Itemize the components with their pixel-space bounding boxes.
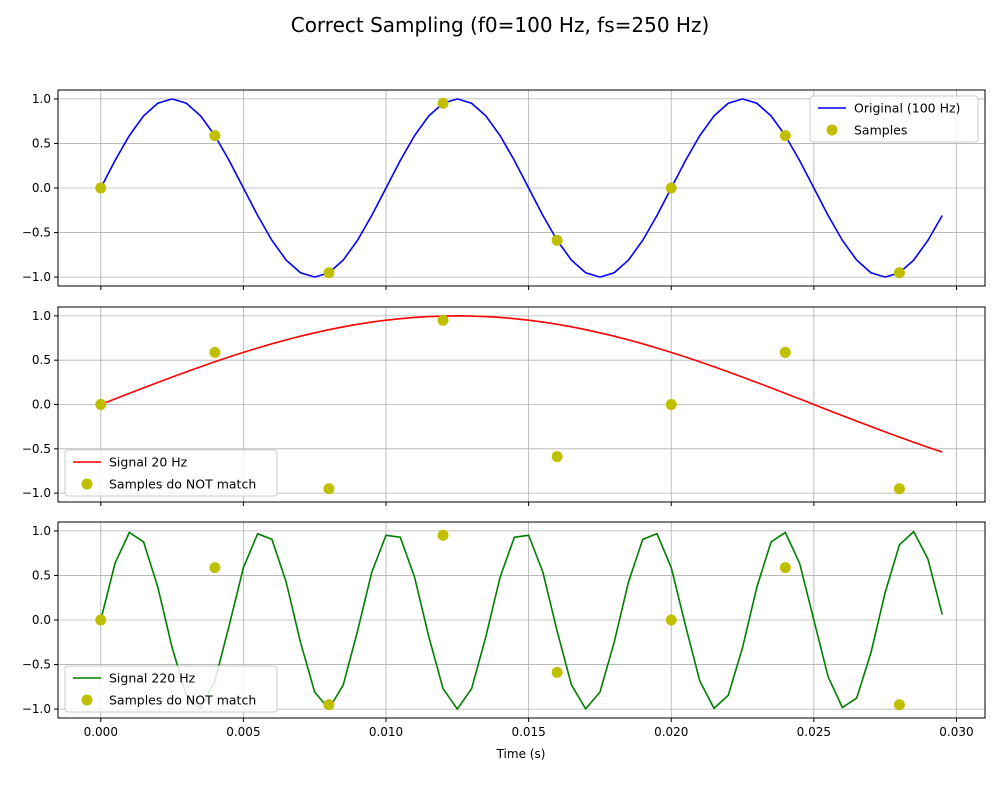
subplot-2: 1.0 0.5 0.0 −0.5 −1.0 Signal 20 Hz Samples do …	[22, 306, 986, 506]
sample-point	[209, 130, 221, 142]
sample-point	[551, 234, 563, 246]
x-tick-label: 0.025	[797, 725, 831, 739]
legend-label: Samples do NOT match	[109, 477, 256, 492]
x-tick-label: 0.030	[939, 725, 973, 739]
sample-point	[437, 529, 449, 541]
legend-marker-swatch	[81, 694, 93, 706]
sample-point	[323, 267, 335, 279]
x-tick-label: 0.020	[654, 725, 688, 739]
legend-marker-swatch	[826, 124, 838, 136]
sample-point	[893, 483, 905, 495]
sample-point	[437, 97, 449, 109]
y-tick-label: 1.0	[32, 92, 51, 106]
sample-point	[323, 483, 335, 495]
y-tick-label: 0.5	[32, 353, 51, 367]
legend-label: Signal 20 Hz	[109, 455, 188, 470]
legend-label: Samples do NOT match	[109, 693, 256, 708]
y-tick-label: 0.0	[32, 181, 51, 195]
y-tick-label: 0.0	[32, 398, 51, 412]
sample-point	[665, 614, 677, 626]
y-tick-label: −1.0	[22, 486, 51, 500]
y-tick-label: −1.0	[22, 270, 51, 284]
y-tick-label: 0.5	[32, 568, 51, 582]
sample-point	[95, 614, 107, 626]
figure-title: Correct Sampling (f0=100 Hz, fs=250 Hz)	[291, 13, 710, 37]
sample-point	[209, 346, 221, 358]
sample-point	[779, 346, 791, 358]
sample-point	[437, 314, 449, 326]
sample-point	[665, 182, 677, 194]
series-line-20hz	[100, 315, 943, 453]
subplot-1: 1.0 0.5 0.0 −0.5 −1.0 Original (100 Hz) Sample…	[22, 89, 986, 290]
figure: Correct Sampling (f0=100 Hz, fs=250 Hz) …	[22, 13, 986, 761]
legend: Signal 20 Hz Samples do NOT match	[64, 449, 278, 497]
sample-point	[95, 182, 107, 194]
sample-point	[665, 399, 677, 410]
sample-point	[551, 451, 563, 463]
subplot-3: 1.0 0.5 0.0 −0.5 −1.0 0.000 0.005 0.010 0.015 0.0…	[22, 521, 986, 739]
y-tick-label: −0.5	[22, 226, 51, 240]
sample-point	[893, 267, 905, 279]
legend-label: Signal 220 Hz	[109, 671, 196, 686]
y-tick-label: −0.5	[22, 658, 51, 672]
y-tick-label: −1.0	[22, 702, 51, 716]
y-tick-label: 0.0	[32, 613, 51, 627]
sample-point	[779, 562, 791, 574]
x-tick-label: 0.005	[226, 725, 260, 739]
y-tick-label: 0.5	[32, 136, 51, 150]
subplots: 1.0 0.5 0.0 −0.5 −1.0 Original (100 Hz) Sample…	[22, 89, 986, 739]
x-tick-label: 0.010	[369, 725, 403, 739]
x-axis-label: Time (s)	[496, 747, 546, 761]
sample-point	[551, 666, 563, 678]
legend-label: Samples	[854, 123, 907, 138]
legend-marker-swatch	[81, 478, 93, 490]
sample-point	[95, 399, 107, 410]
x-tick-label: 0.015	[511, 725, 545, 739]
sample-point	[893, 699, 905, 711]
legend-label: Original (100 Hz)	[854, 101, 960, 116]
x-tick-label: 0.000	[84, 725, 118, 739]
sample-point	[209, 562, 221, 574]
legend: Signal 220 Hz Samples do NOT match	[64, 665, 278, 713]
y-tick-label: 1.0	[32, 524, 51, 538]
sample-point	[779, 130, 791, 142]
sample-point	[323, 699, 335, 711]
y-tick-label: −0.5	[22, 442, 51, 456]
y-tick-label: 1.0	[32, 309, 51, 323]
legend: Original (100 Hz) Samples	[809, 95, 979, 143]
